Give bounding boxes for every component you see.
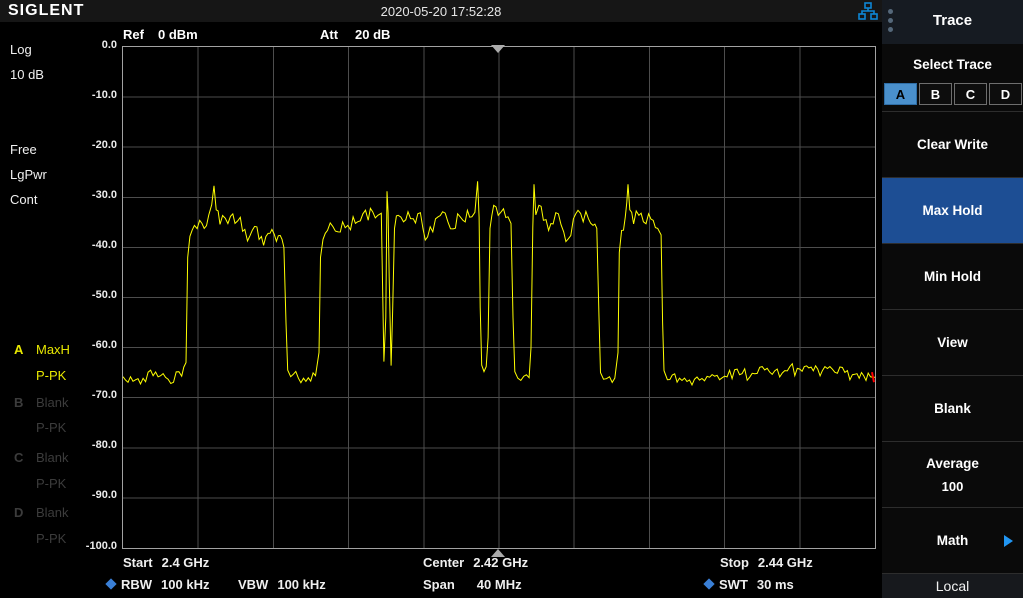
trace-b-mode: Blank [36,395,69,410]
trigger-mode-label: Free [10,142,37,157]
sweep-mode-label: Cont [10,192,37,207]
spectrum-display-grid[interactable] [122,46,876,549]
y-tick-2: -20.0 [75,139,117,151]
y-tick-3: -30.0 [75,189,117,201]
y-tick-6: -60.0 [75,339,117,351]
trace-d-letter: D [14,505,23,520]
datetime-readout: 2020-05-20 17:52:28 [0,4,882,19]
span-value: 40 MHz [477,577,522,592]
center-label: Center [423,555,464,570]
swt-value: 30 ms [757,577,794,592]
spectrum-analyzer-screen: SIGLENT 2020-05-20 17:52:28 Log 10 dB Fr… [0,0,1023,598]
att-label: Att [320,27,338,42]
softkey-menu-panel: Trace Select Trace A B C D Clear Write M… [882,0,1023,598]
center-value: 2.42 GHz [473,555,528,570]
trace-button-row: A B C D [884,83,1022,105]
vbw-value: 100 kHz [277,577,325,592]
vbw-readout: VBW 100 kHz [238,577,326,592]
scale-per-div-label: 10 dB [10,67,44,82]
center-frequency-readout: Center 2.42 GHz [423,555,528,570]
local-button[interactable]: Local [882,573,1023,598]
lan-network-icon [858,2,878,20]
menu-item-average[interactable]: Average 100 [882,441,1023,507]
trace-c-mode: Blank [36,450,69,465]
trace-button-b[interactable]: B [919,83,952,105]
trace-a-letter: A [14,342,23,357]
rbw-readout: RBW 100 kHz [121,577,209,592]
stop-frequency-readout: Stop 2.44 GHz [720,555,813,570]
submenu-arrow-icon [1004,535,1013,547]
trace-c-detector: P-PK [36,476,66,491]
y-tick-8: -80.0 [75,439,117,451]
menu-item-math[interactable]: Math [882,507,1023,573]
trace-button-d[interactable]: D [989,83,1022,105]
select-trace-section: Select Trace A B C D [882,44,1023,111]
y-tick-9: -90.0 [75,489,117,501]
top-status-bar: SIGLENT 2020-05-20 17:52:28 [0,0,882,22]
start-value: 2.4 GHz [162,555,210,570]
stop-value: 2.44 GHz [758,555,813,570]
y-tick-5: -50.0 [75,289,117,301]
center-frequency-marker-top [491,45,505,53]
rbw-value: 100 kHz [161,577,209,592]
menu-item-view[interactable]: View [882,309,1023,375]
select-trace-label: Select Trace [882,57,1023,72]
y-tick-4: -40.0 [75,239,117,251]
menu-item-max-hold[interactable]: Max Hold [882,177,1023,243]
swt-readout: SWT 30 ms [719,577,794,592]
rbw-coupled-diamond-icon [105,578,116,589]
swt-coupled-diamond-icon [703,578,714,589]
trace-b-letter: B [14,395,23,410]
ref-label: Ref [123,27,144,42]
trace-c-letter: C [14,450,23,465]
trace-a-mode: MaxH [36,342,70,357]
start-frequency-readout: Start 2.4 GHz [123,555,209,570]
scale-type-label: Log [10,42,32,57]
spectrum-trace-svg [123,47,875,548]
vbw-label: VBW [238,577,268,592]
trace-d-detector: P-PK [36,531,66,546]
y-tick-1: -10.0 [75,89,117,101]
stop-label: Stop [720,555,749,570]
span-readout: Span 40 MHz [423,577,522,592]
menu-item-min-hold[interactable]: Min Hold [882,243,1023,309]
y-tick-0: 0.0 [75,39,117,51]
menu-header[interactable]: Trace [882,0,1023,44]
menu-item-clear-write[interactable]: Clear Write [882,111,1023,177]
menu-title: Trace [882,12,1023,29]
swt-label: SWT [719,577,748,592]
trace-b-detector: P-PK [36,420,66,435]
trace-button-a[interactable]: A [884,83,917,105]
att-value: 20 dB [355,27,390,42]
trace-button-c[interactable]: C [954,83,987,105]
y-tick-10: -100.0 [75,540,117,552]
power-mode-label: LgPwr [10,167,47,182]
y-tick-7: -70.0 [75,389,117,401]
menu-item-blank[interactable]: Blank [882,375,1023,441]
ref-value: 0 dBm [158,27,198,42]
span-label: Span [423,577,455,592]
trace-d-mode: Blank [36,505,69,520]
average-count-value: 100 [942,479,964,494]
start-label: Start [123,555,153,570]
rbw-label: RBW [121,577,152,592]
trace-a-detector: P-PK [36,368,66,383]
